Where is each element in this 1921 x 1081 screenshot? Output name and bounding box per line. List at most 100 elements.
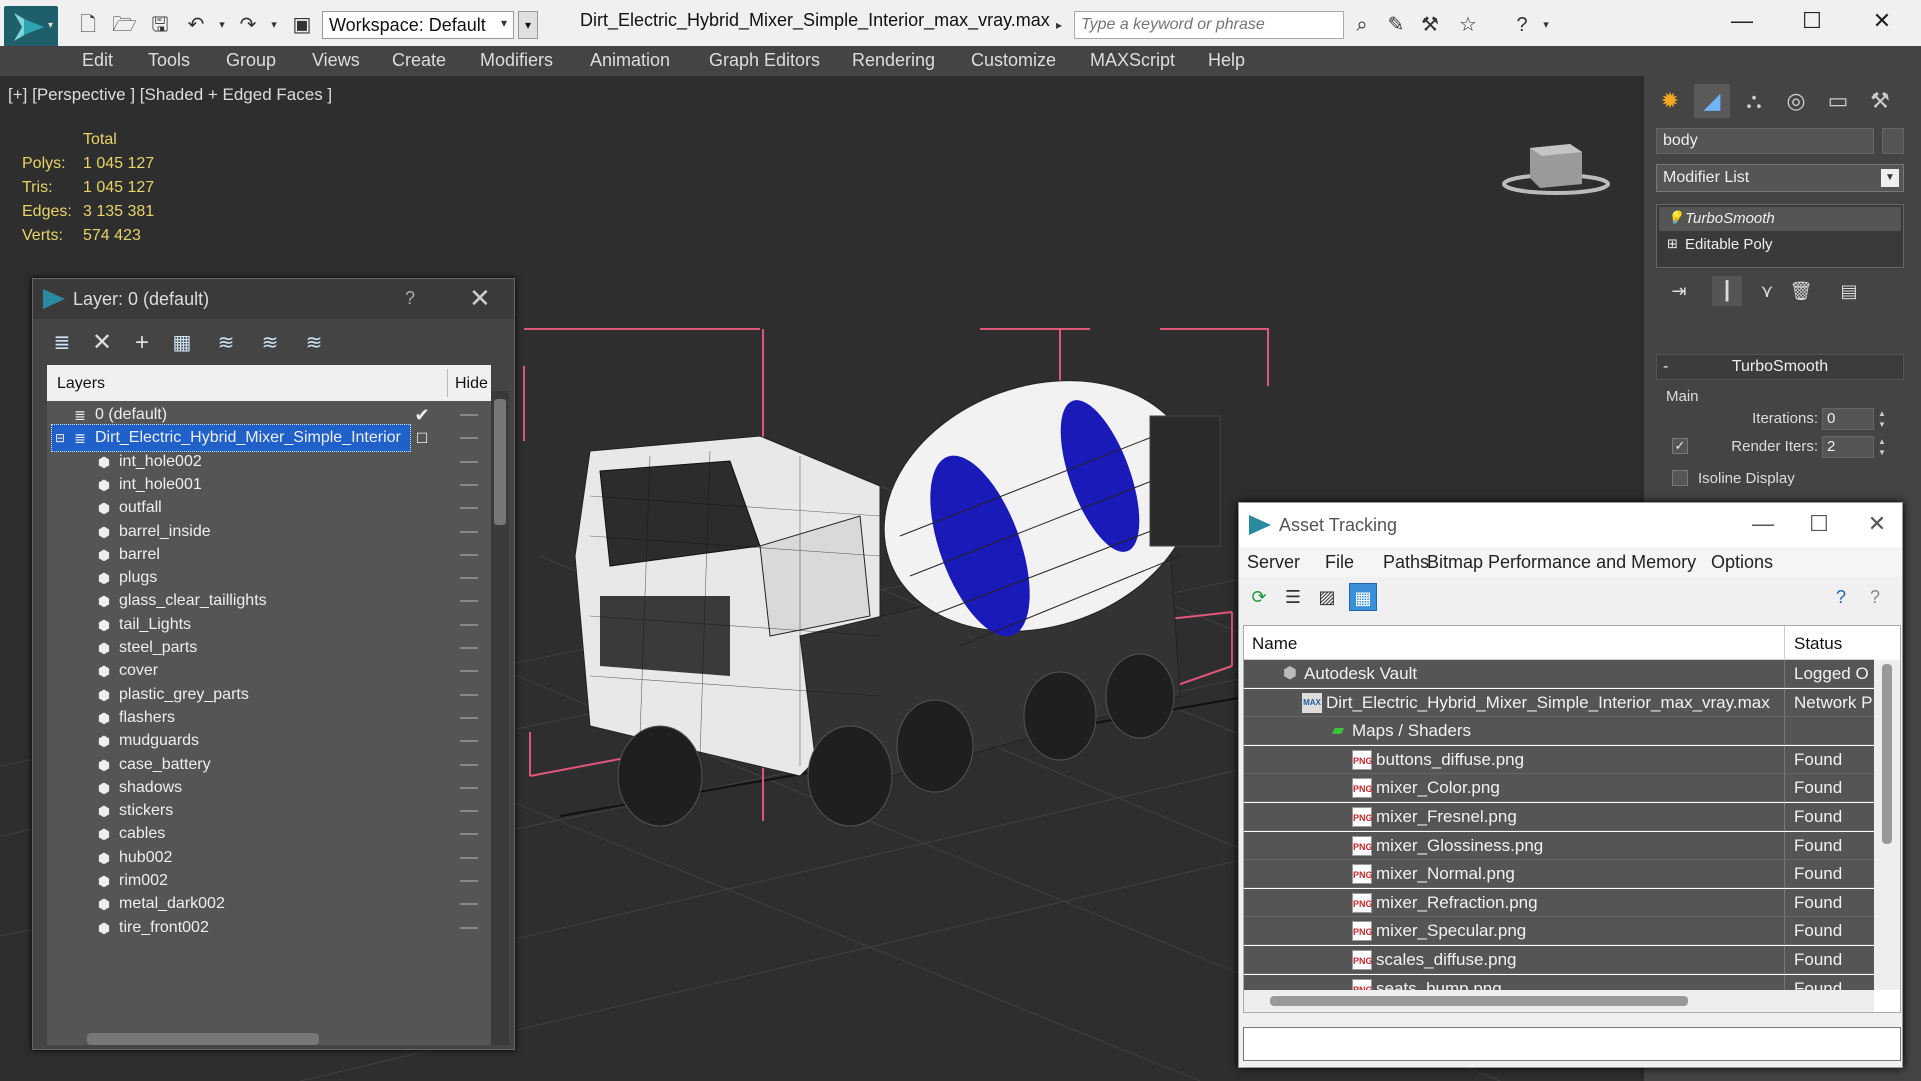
redo-dropdown-icon[interactable]: ▾ bbox=[262, 14, 286, 36]
display-tab-icon[interactable]: ▭ bbox=[1820, 84, 1856, 118]
hide-toggle[interactable] bbox=[460, 670, 478, 673]
close-button[interactable]: ✕ bbox=[469, 283, 491, 314]
refresh-icon[interactable]: ⟳ bbox=[1245, 583, 1273, 611]
menu-create[interactable]: Create bbox=[392, 50, 446, 71]
menu-help[interactable]: Help bbox=[1208, 50, 1245, 71]
window-maximize-button[interactable]: ☐ bbox=[1792, 6, 1832, 36]
asset-row[interactable]: PNG scales_diffuse.png Found bbox=[1244, 946, 1874, 974]
menu-options[interactable]: Options bbox=[1711, 552, 1773, 573]
hide-toggle[interactable] bbox=[460, 786, 478, 789]
hide-toggle[interactable] bbox=[460, 833, 478, 836]
hide-toggle[interactable] bbox=[460, 530, 478, 533]
project-folder-icon[interactable]: ▣ bbox=[290, 14, 314, 36]
hide-toggle[interactable] bbox=[460, 740, 478, 743]
collapse-icon[interactable]: ⊟ bbox=[51, 429, 69, 447]
new-file-icon[interactable]: 🗋 bbox=[76, 14, 100, 36]
create-layer-icon[interactable]: ≣ bbox=[45, 327, 79, 359]
show-end-result-icon[interactable]: ┃ bbox=[1712, 276, 1742, 306]
delete-layer-icon[interactable]: ✕ bbox=[85, 327, 119, 359]
thumbnail-view-icon[interactable]: ▨ bbox=[1313, 583, 1341, 611]
hide-toggle[interactable] bbox=[460, 577, 478, 580]
menu-server[interactable]: Server bbox=[1247, 552, 1300, 573]
set-current-layer-icon[interactable]: ☐ bbox=[413, 429, 431, 447]
asset-row[interactable]: PNG mixer_Specular.png Found bbox=[1244, 917, 1874, 946]
make-unique-icon[interactable]: ⋎ bbox=[1752, 276, 1782, 306]
rollout-header[interactable]: - TurboSmooth bbox=[1656, 354, 1904, 380]
hide-toggle[interactable] bbox=[460, 623, 478, 626]
menu-paths[interactable]: Paths bbox=[1383, 552, 1429, 573]
hide-toggle[interactable] bbox=[460, 763, 478, 766]
menu-customize[interactable]: Customize bbox=[971, 50, 1056, 71]
menu-edit[interactable]: Edit bbox=[82, 50, 113, 71]
hide-toggle[interactable] bbox=[460, 693, 478, 696]
layer-horizontal-scrollbar[interactable] bbox=[87, 1033, 319, 1045]
hide-toggle[interactable] bbox=[460, 716, 478, 719]
hide-toggle[interactable] bbox=[460, 903, 478, 906]
menu-rendering[interactable]: Rendering bbox=[852, 50, 935, 71]
hide-toggle[interactable] bbox=[460, 600, 478, 603]
menu-maxscript[interactable]: MAXScript bbox=[1090, 50, 1175, 71]
menu-graph-editors[interactable]: Graph Editors bbox=[709, 50, 820, 71]
help-dropdown-icon[interactable]: ▾ bbox=[1534, 14, 1558, 36]
close-button[interactable]: ✕ bbox=[1857, 509, 1897, 539]
hide-toggle[interactable] bbox=[460, 553, 478, 556]
object-color-swatch[interactable] bbox=[1882, 128, 1904, 154]
window-close-button[interactable]: ✕ bbox=[1862, 6, 1902, 36]
column-header-hide[interactable]: Hide bbox=[455, 375, 488, 393]
hide-toggle[interactable] bbox=[460, 926, 478, 929]
asset-help-dim-icon[interactable]: ? bbox=[1861, 583, 1889, 611]
dialog-title-bar[interactable]: Asset Tracking — ☐ ✕ bbox=[1239, 503, 1902, 547]
minimize-button[interactable]: — bbox=[1743, 509, 1783, 539]
dialog-title-bar[interactable]: Layer: 0 (default) ? ✕ bbox=[33, 279, 514, 319]
asset-path-field[interactable] bbox=[1243, 1027, 1901, 1061]
asset-help-icon[interactable]: ? bbox=[1827, 583, 1855, 611]
workspace-selector[interactable]: Workspace: Default ▾ bbox=[322, 11, 514, 39]
hide-toggle[interactable] bbox=[460, 414, 478, 416]
menu-bitmap-performance[interactable]: Bitmap Performance and Memory bbox=[1427, 552, 1696, 573]
subscription-icon[interactable]: ✎ bbox=[1384, 14, 1408, 36]
add-to-layer-icon[interactable]: + bbox=[125, 327, 159, 359]
menu-file[interactable]: File bbox=[1325, 552, 1354, 573]
viewport-label[interactable]: [+] [Perspective ] [Shaded + Edged Faces… bbox=[8, 85, 332, 105]
viewcube-icon[interactable] bbox=[1500, 134, 1610, 204]
layer-vertical-scrollbar[interactable] bbox=[491, 391, 509, 1045]
asset-row[interactable]: PNG mixer_Normal.png Found bbox=[1244, 860, 1874, 889]
freeze-all-layers-icon[interactable]: ≋ bbox=[297, 327, 331, 359]
hide-toggle[interactable] bbox=[460, 437, 478, 440]
pin-stack-icon[interactable]: ⇥ bbox=[1664, 276, 1694, 306]
menu-group[interactable]: Group bbox=[226, 50, 276, 71]
stack-item-turbosmooth[interactable]: 💡 TurboSmooth bbox=[1659, 207, 1901, 231]
modifier-list-dropdown[interactable]: Modifier List ▼ bbox=[1656, 164, 1904, 192]
asset-row[interactable]: MAX Dirt_Electric_Hybrid_Mixer_Simple_Int… bbox=[1244, 688, 1874, 717]
open-file-icon[interactable]: 🗁 bbox=[112, 14, 137, 36]
asset-vertical-scrollbar[interactable] bbox=[1874, 660, 1900, 990]
favorites-star-icon[interactable]: ☆ bbox=[1456, 14, 1480, 36]
help-icon[interactable]: ? bbox=[1510, 14, 1534, 36]
configure-modifier-sets-icon[interactable]: ▤ bbox=[1834, 276, 1864, 306]
hide-toggle[interactable] bbox=[460, 856, 478, 859]
menu-animation[interactable]: Animation bbox=[590, 50, 670, 71]
asset-row[interactable]: ⬢ Autodesk Vault Logged O bbox=[1244, 660, 1874, 688]
asset-row[interactable]: PNG mixer_Color.png Found bbox=[1244, 774, 1874, 803]
column-header-status[interactable]: Status bbox=[1794, 634, 1842, 654]
create-tab-icon[interactable]: ✹ bbox=[1652, 84, 1688, 118]
save-icon[interactable]: 🖫 bbox=[148, 14, 172, 36]
search-input[interactable] bbox=[1074, 11, 1344, 39]
menu-tools[interactable]: Tools bbox=[148, 50, 190, 71]
modify-tab-icon[interactable]: ◢ bbox=[1694, 84, 1730, 118]
undo-icon[interactable]: ↶ bbox=[184, 14, 208, 36]
undo-dropdown-icon[interactable]: ▾ bbox=[210, 14, 234, 36]
asset-row[interactable]: PNG mixer_Fresnel.png Found bbox=[1244, 803, 1874, 831]
hide-toggle[interactable] bbox=[460, 810, 478, 813]
hide-toggle[interactable] bbox=[460, 483, 478, 486]
column-header-layers[interactable]: Layers bbox=[57, 375, 105, 393]
redo-icon[interactable]: ↷ bbox=[236, 14, 260, 36]
hide-toggle[interactable] bbox=[460, 460, 478, 463]
motion-tab-icon[interactable]: ◎ bbox=[1778, 84, 1814, 118]
hide-toggle[interactable] bbox=[460, 507, 478, 510]
hide-toggle[interactable] bbox=[460, 880, 478, 882]
hide-toggle[interactable] bbox=[460, 647, 478, 649]
asset-row[interactable]: PNG mixer_Refraction.png Found bbox=[1244, 888, 1874, 917]
app-logo-button[interactable]: ▾ bbox=[4, 6, 58, 48]
help-button[interactable]: ? bbox=[405, 288, 415, 309]
